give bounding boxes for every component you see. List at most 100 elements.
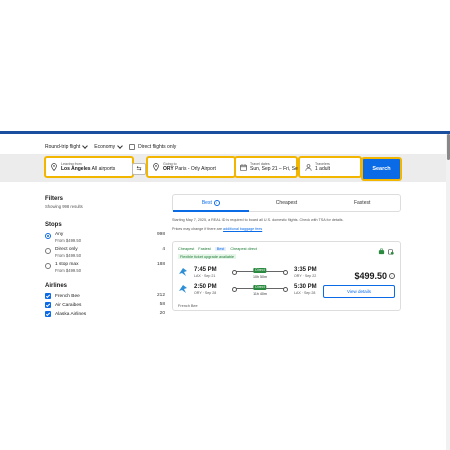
airline-option-air-caraibes[interactable]: Air Caraibes 58 [45, 302, 165, 308]
scrollbar-thumb[interactable] [446, 134, 450, 160]
search-button[interactable]: Search [361, 157, 402, 181]
airline-checkbox[interactable] [45, 311, 51, 317]
baggage-fees-link[interactable]: additional baggage fees [223, 227, 262, 231]
airline-checkbox[interactable] [45, 302, 51, 308]
airline-count: 212 [156, 293, 165, 298]
stops-option-label: Any [55, 232, 64, 237]
price-info-icon[interactable]: i [389, 273, 395, 279]
airline-option-alaska[interactable]: Alaska Airlines 20 [45, 311, 165, 317]
direct-badge: Direct [253, 284, 267, 290]
airline-logo-icon [179, 268, 187, 276]
airline-label: Air Caraibes [55, 302, 82, 308]
flight-result-card[interactable]: Cheapest Fastest Best Cheapest direct Fl… [172, 241, 401, 311]
swap-icon: ⇆ [136, 166, 142, 172]
badge-cheapest: Cheapest [178, 247, 195, 251]
stops-option-any[interactable]: Any From $499.50 998 [45, 232, 165, 243]
calendar-icon [240, 163, 247, 171]
swap-locations-button[interactable]: ⇆ [132, 163, 146, 175]
airline-label: French Bee [55, 293, 80, 299]
origin-city: Los Angeles [61, 166, 91, 173]
flight-duration: 11h 40m [253, 292, 267, 296]
trip-type-dropdown[interactable]: Round-trip flight [45, 143, 89, 150]
destination-field[interactable]: Going to ORY Paris - Orly Airport [146, 156, 236, 178]
travel-dates-value: Sun, Sep 21 – Fri, Sep... [250, 166, 305, 173]
airline-count: 20 [159, 311, 165, 316]
stops-option-one-stop[interactable]: 1 stop max From $499.50 188 [45, 262, 165, 273]
baggage-notice-text: Prices may change if there are [172, 227, 224, 231]
stops-option-price: From $499.50 [55, 268, 82, 273]
badge-best: Best [214, 247, 227, 251]
airline-checkbox[interactable] [45, 293, 51, 299]
airline-count: 58 [159, 302, 165, 307]
scrollbar[interactable] [446, 134, 450, 450]
departure-time: 2:50 PM [194, 284, 217, 290]
flight-duration: 10h 50m [253, 275, 267, 279]
origin-field[interactable]: Leaving from Los Angeles All airports [44, 156, 134, 178]
person-icon [304, 163, 312, 171]
stops-radio[interactable] [45, 262, 51, 269]
stops-option-direct[interactable]: Direct only From $499.50 4 [45, 247, 165, 258]
departure-airport: LAX · Sep 21 [194, 274, 216, 278]
chevron-down-icon [117, 143, 123, 149]
chevron-down-icon [82, 143, 89, 149]
stops-title: Stops [45, 222, 62, 228]
flight-route-line: Direct 11h 40m [230, 284, 290, 298]
location-pin-icon [50, 163, 58, 171]
stops-option-count: 4 [162, 247, 165, 252]
origin-airports: All airports [91, 166, 116, 173]
badge-fastest: Fastest [198, 247, 211, 251]
view-details-button[interactable]: View details [323, 285, 395, 298]
tab-best[interactable]: Best i [173, 195, 249, 212]
tab-fastest[interactable]: Fastest [324, 195, 400, 211]
airline-label: Alaska Airlines [55, 311, 87, 317]
destination-airport: Paris - Orly Airport [175, 166, 216, 173]
arrival-airport: LAX · Sep 28 [294, 291, 316, 295]
results-count: Showing 998 results [45, 204, 83, 209]
tab-label: Best [201, 200, 212, 206]
airline-name: French Bee [178, 304, 198, 308]
stops-option-price: From $499.50 [55, 253, 82, 258]
direct-flights-toggle[interactable]: Direct flights only [129, 144, 176, 150]
baggage-icons [376, 248, 394, 255]
departure-airport: ORY · Sep 28 [194, 291, 217, 295]
real-id-notice: Starting May 7, 2025, a REAL ID is requi… [172, 218, 344, 222]
tab-cheapest[interactable]: Cheapest [249, 195, 325, 211]
destination-code: ORY [163, 166, 174, 173]
stops-option-label: 1 stop max [55, 262, 79, 267]
result-badges: Cheapest Fastest Best Cheapest direct [178, 247, 261, 251]
cabin-class-dropdown[interactable]: Economy [94, 143, 123, 150]
arrival-time: 3:35 PM [294, 267, 317, 273]
badge-cheapest-direct: Cheapest direct [230, 247, 257, 251]
stops-option-label: Direct only [55, 247, 78, 252]
location-pin-icon [152, 163, 160, 171]
airlines-title: Airlines [45, 283, 68, 289]
trip-options-bar: Round-trip flight Economy Direct flights… [45, 142, 183, 152]
airline-option-french-bee[interactable]: French Bee 212 [45, 293, 165, 299]
stops-radio[interactable] [45, 247, 51, 254]
travelers-value: 1 adult [315, 166, 331, 173]
direct-badge: Direct [253, 267, 267, 273]
travelers-field[interactable]: Travelers 1 adult [298, 156, 362, 178]
direct-flights-checkbox[interactable] [129, 144, 136, 150]
arrival-airport: ORY · Sep 22 [294, 274, 317, 278]
stops-option-price: From $499.50 [55, 238, 82, 243]
stops-option-count: 998 [156, 232, 165, 237]
stops-radio[interactable] [45, 232, 51, 239]
tab-label: Fastest [353, 200, 371, 206]
outbound-leg: 7:45 PM LAX · Sep 21 Direct 10h 50m 3:35… [178, 267, 318, 281]
carry-on-bag-icon [378, 248, 385, 255]
trip-type-value: Round-trip flight [45, 144, 81, 150]
search-bar: Leaving from Los Angeles All airports ⇆ … [0, 154, 450, 182]
stops-option-count: 188 [156, 262, 165, 267]
tab-label: Cheapest [275, 200, 298, 206]
info-icon[interactable]: i [213, 200, 220, 206]
return-leg: 2:50 PM ORY · Sep 28 Direct 11h 40m 5:30… [178, 284, 318, 298]
airline-logo-icon [179, 285, 187, 293]
flight-search-page: Round-trip flight Economy Direct flights… [0, 134, 450, 450]
flight-route-line: Direct 10h 50m [230, 267, 290, 281]
filters-panel: Filters Showing 998 results Stops Any Fr… [45, 196, 165, 317]
sort-tabs: Best i Cheapest Fastest [172, 194, 401, 212]
baggage-notice: Prices may change if there are additiona… [172, 227, 262, 231]
departure-time: 7:45 PM [194, 267, 217, 273]
travel-dates-field[interactable]: Travel dates Sun, Sep 21 – Fri, Sep... [234, 156, 305, 178]
